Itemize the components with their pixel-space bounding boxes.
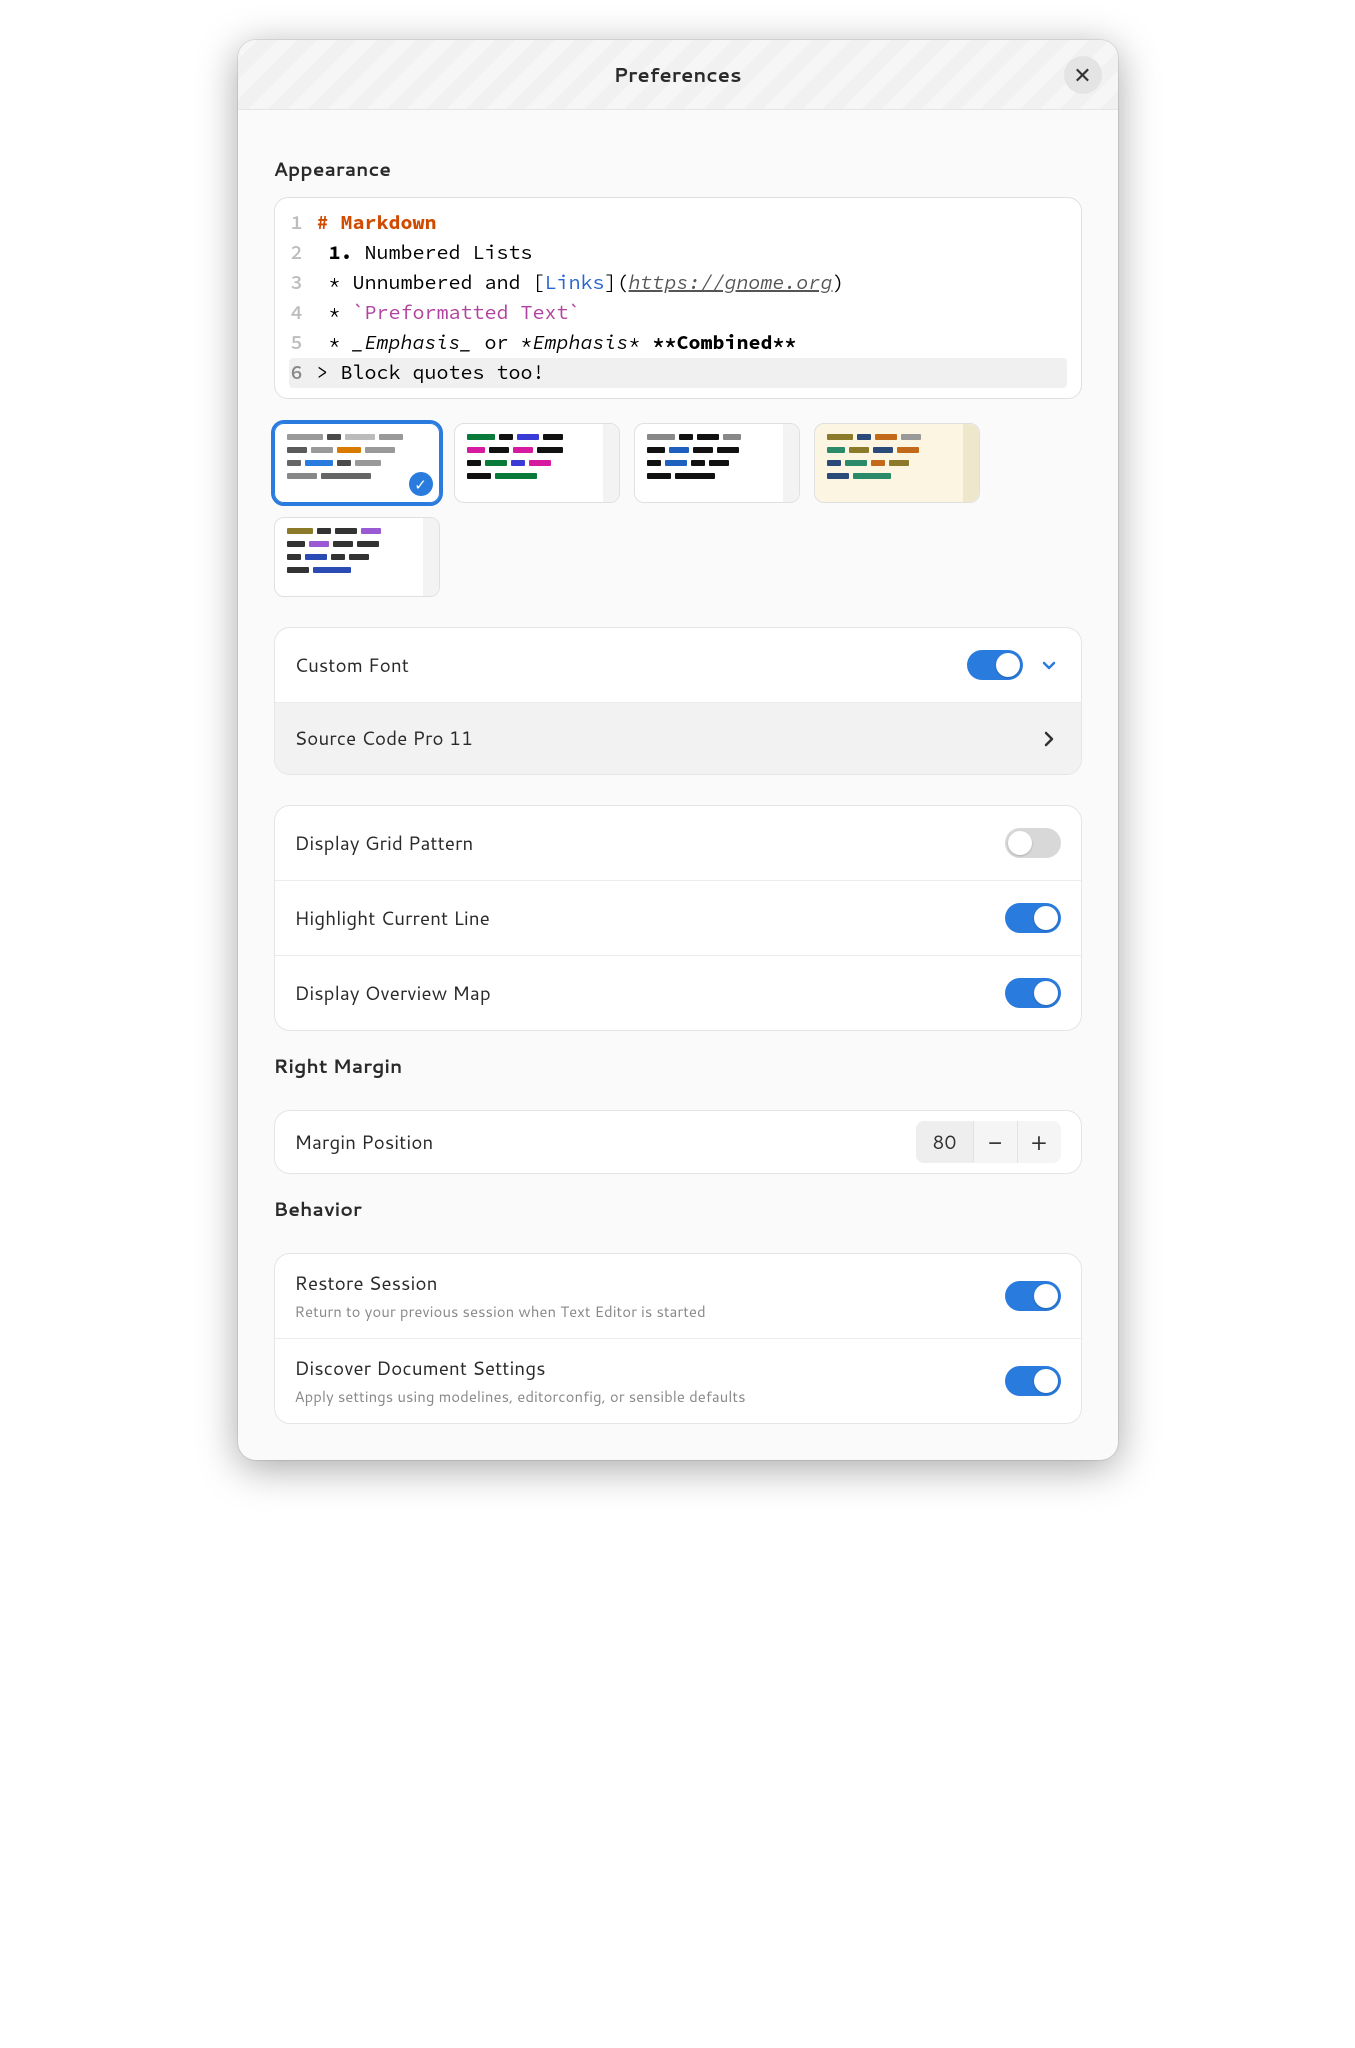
right-margin-group: Margin Position 80 − + xyxy=(274,1110,1082,1174)
overview-map-row: Display Overview Map xyxy=(275,955,1081,1030)
check-icon: ✓ xyxy=(409,472,433,496)
code-preview: 1# Markdown 2 1. Numbered Lists 3 * Unnu… xyxy=(274,197,1082,399)
highlight-line-row: Highlight Current Line xyxy=(275,880,1081,955)
line-number: 4 xyxy=(289,298,317,328)
line-number: 1 xyxy=(289,208,317,238)
appearance-section-title: Appearance xyxy=(274,156,1082,183)
custom-font-toggle[interactable] xyxy=(967,650,1023,680)
chevron-down-icon[interactable] xyxy=(1037,653,1061,677)
line-number: 5 xyxy=(289,328,317,358)
discover-settings-toggle[interactable] xyxy=(1005,1366,1061,1396)
restore-session-toggle[interactable] xyxy=(1005,1281,1061,1311)
margin-increment-button[interactable]: + xyxy=(1017,1121,1061,1163)
header-bar: Preferences ✕ xyxy=(238,40,1118,110)
restore-session-row: Restore Session Return to your previous … xyxy=(275,1254,1081,1338)
line-number: 3 xyxy=(289,268,317,298)
minus-icon: − xyxy=(988,1125,1002,1159)
window-title: Preferences xyxy=(613,61,741,89)
highlight-line-toggle[interactable] xyxy=(1005,903,1061,933)
display-options-group: Display Grid Pattern Highlight Current L… xyxy=(274,805,1082,1031)
chevron-right-icon xyxy=(1037,727,1061,751)
display-grid-toggle[interactable] xyxy=(1005,828,1061,858)
margin-position-stepper: 80 − + xyxy=(916,1121,1060,1163)
margin-position-value[interactable]: 80 xyxy=(916,1121,972,1163)
margin-position-row: Margin Position 80 − + xyxy=(275,1111,1081,1173)
custom-font-group: Custom Font Source Code Pro 11 xyxy=(274,627,1082,775)
theme-option-4[interactable] xyxy=(814,423,980,503)
theme-option-1[interactable]: ✓ xyxy=(274,423,440,503)
font-picker-row[interactable]: Source Code Pro 11 xyxy=(275,702,1081,774)
line-number: 6 xyxy=(289,358,317,388)
right-margin-section-title: Right Margin xyxy=(274,1053,1082,1080)
theme-selector: ✓ xyxy=(274,423,1082,597)
discover-settings-row: Discover Document Settings Apply setting… xyxy=(275,1338,1081,1423)
plus-icon: + xyxy=(1031,1125,1047,1159)
theme-option-2[interactable] xyxy=(454,423,620,503)
theme-option-5[interactable] xyxy=(274,517,440,597)
close-icon: ✕ xyxy=(1073,60,1091,91)
preferences-dialog: Preferences ✕ Appearance 1# Markdown 2 1… xyxy=(238,40,1118,1460)
custom-font-row[interactable]: Custom Font xyxy=(275,628,1081,702)
behavior-group: Restore Session Return to your previous … xyxy=(274,1253,1082,1424)
overview-map-toggle[interactable] xyxy=(1005,978,1061,1008)
display-grid-row: Display Grid Pattern xyxy=(275,806,1081,880)
theme-option-3[interactable] xyxy=(634,423,800,503)
behavior-section-title: Behavior xyxy=(274,1196,1082,1223)
close-button[interactable]: ✕ xyxy=(1064,56,1102,94)
line-number: 2 xyxy=(289,238,317,268)
margin-decrement-button[interactable]: − xyxy=(973,1121,1017,1163)
